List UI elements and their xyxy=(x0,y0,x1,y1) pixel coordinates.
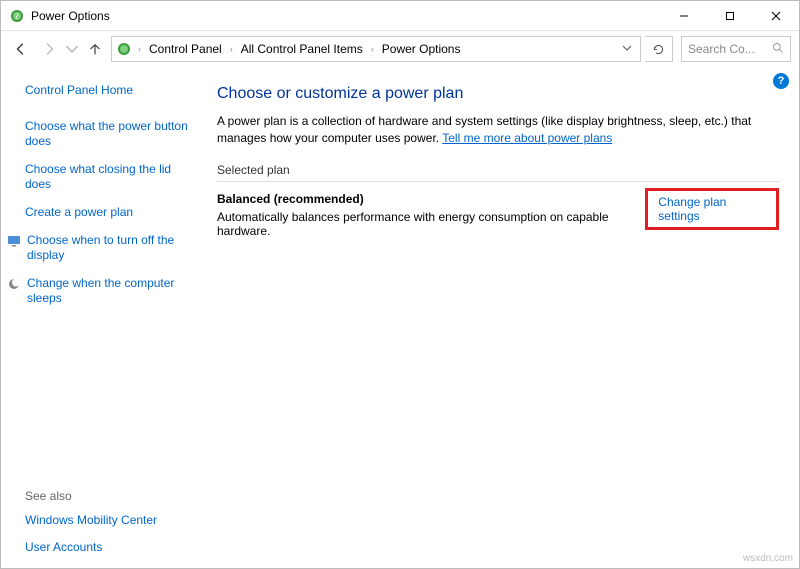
breadcrumb-item[interactable]: Power Options xyxy=(380,42,463,56)
plan-name: Balanced (recommended) xyxy=(217,192,645,206)
tell-me-more-link[interactable]: Tell me more about power plans xyxy=(442,131,612,145)
address-bar[interactable]: › Control Panel › All Control Panel Item… xyxy=(111,36,641,62)
power-options-icon xyxy=(116,41,132,57)
sidebar-control-panel-home[interactable]: Control Panel Home xyxy=(25,83,199,99)
titlebar: Power Options xyxy=(1,1,799,31)
search-input[interactable]: Search Co... xyxy=(681,36,791,62)
search-icon xyxy=(772,42,784,57)
sidebar-user-accounts[interactable]: User Accounts xyxy=(25,540,205,556)
watermark: wsxdn.com xyxy=(743,553,793,564)
address-dropdown[interactable] xyxy=(618,42,636,56)
search-placeholder: Search Co... xyxy=(688,42,755,56)
up-button[interactable] xyxy=(83,37,107,61)
chevron-right-icon[interactable]: › xyxy=(228,44,235,54)
sidebar: Control Panel Home Choose what the power… xyxy=(1,67,211,568)
main-panel: Choose or customize a power plan A power… xyxy=(211,67,799,568)
change-plan-settings-link[interactable]: Change plan settings xyxy=(658,195,726,223)
minimize-button[interactable] xyxy=(661,1,707,30)
plan-description: Automatically balances performance with … xyxy=(217,210,645,238)
see-also-title: See also xyxy=(25,489,205,503)
sidebar-power-button[interactable]: Choose what the power button does xyxy=(25,119,199,150)
window-controls xyxy=(661,1,799,30)
back-button[interactable] xyxy=(9,37,33,61)
plan-info: Balanced (recommended) Automatically bal… xyxy=(217,192,645,238)
sidebar-turn-off-display[interactable]: Choose when to turn off the display xyxy=(27,233,199,264)
chevron-right-icon[interactable]: › xyxy=(136,44,143,54)
power-options-icon xyxy=(9,8,25,24)
see-also-section: See also Windows Mobility Center User Ac… xyxy=(25,489,205,556)
monitor-icon xyxy=(7,234,21,248)
maximize-button[interactable] xyxy=(707,1,753,30)
recent-locations-dropdown[interactable] xyxy=(65,37,79,61)
forward-button[interactable] xyxy=(37,37,61,61)
moon-icon xyxy=(7,277,21,291)
breadcrumb-item[interactable]: Control Panel xyxy=(147,42,224,56)
sidebar-computer-sleeps[interactable]: Change when the computer sleeps xyxy=(27,276,199,307)
plan-row: Balanced (recommended) Automatically bal… xyxy=(217,192,779,238)
breadcrumb-item[interactable]: All Control Panel Items xyxy=(239,42,365,56)
sidebar-create-plan[interactable]: Create a power plan xyxy=(25,205,199,221)
page-description: A power plan is a collection of hardware… xyxy=(217,113,779,147)
page-heading: Choose or customize a power plan xyxy=(217,85,779,103)
window-title: Power Options xyxy=(31,9,110,23)
nav-row: › Control Panel › All Control Panel Item… xyxy=(1,31,799,67)
close-button[interactable] xyxy=(753,1,799,30)
chevron-right-icon[interactable]: › xyxy=(369,44,376,54)
sidebar-closing-lid[interactable]: Choose what closing the lid does xyxy=(25,162,199,193)
refresh-button[interactable] xyxy=(645,36,673,62)
sidebar-mobility-center[interactable]: Windows Mobility Center xyxy=(25,513,205,529)
change-plan-highlight: Change plan settings xyxy=(645,188,779,230)
content-area: Control Panel Home Choose what the power… xyxy=(1,67,799,568)
section-label: Selected plan xyxy=(217,163,779,182)
